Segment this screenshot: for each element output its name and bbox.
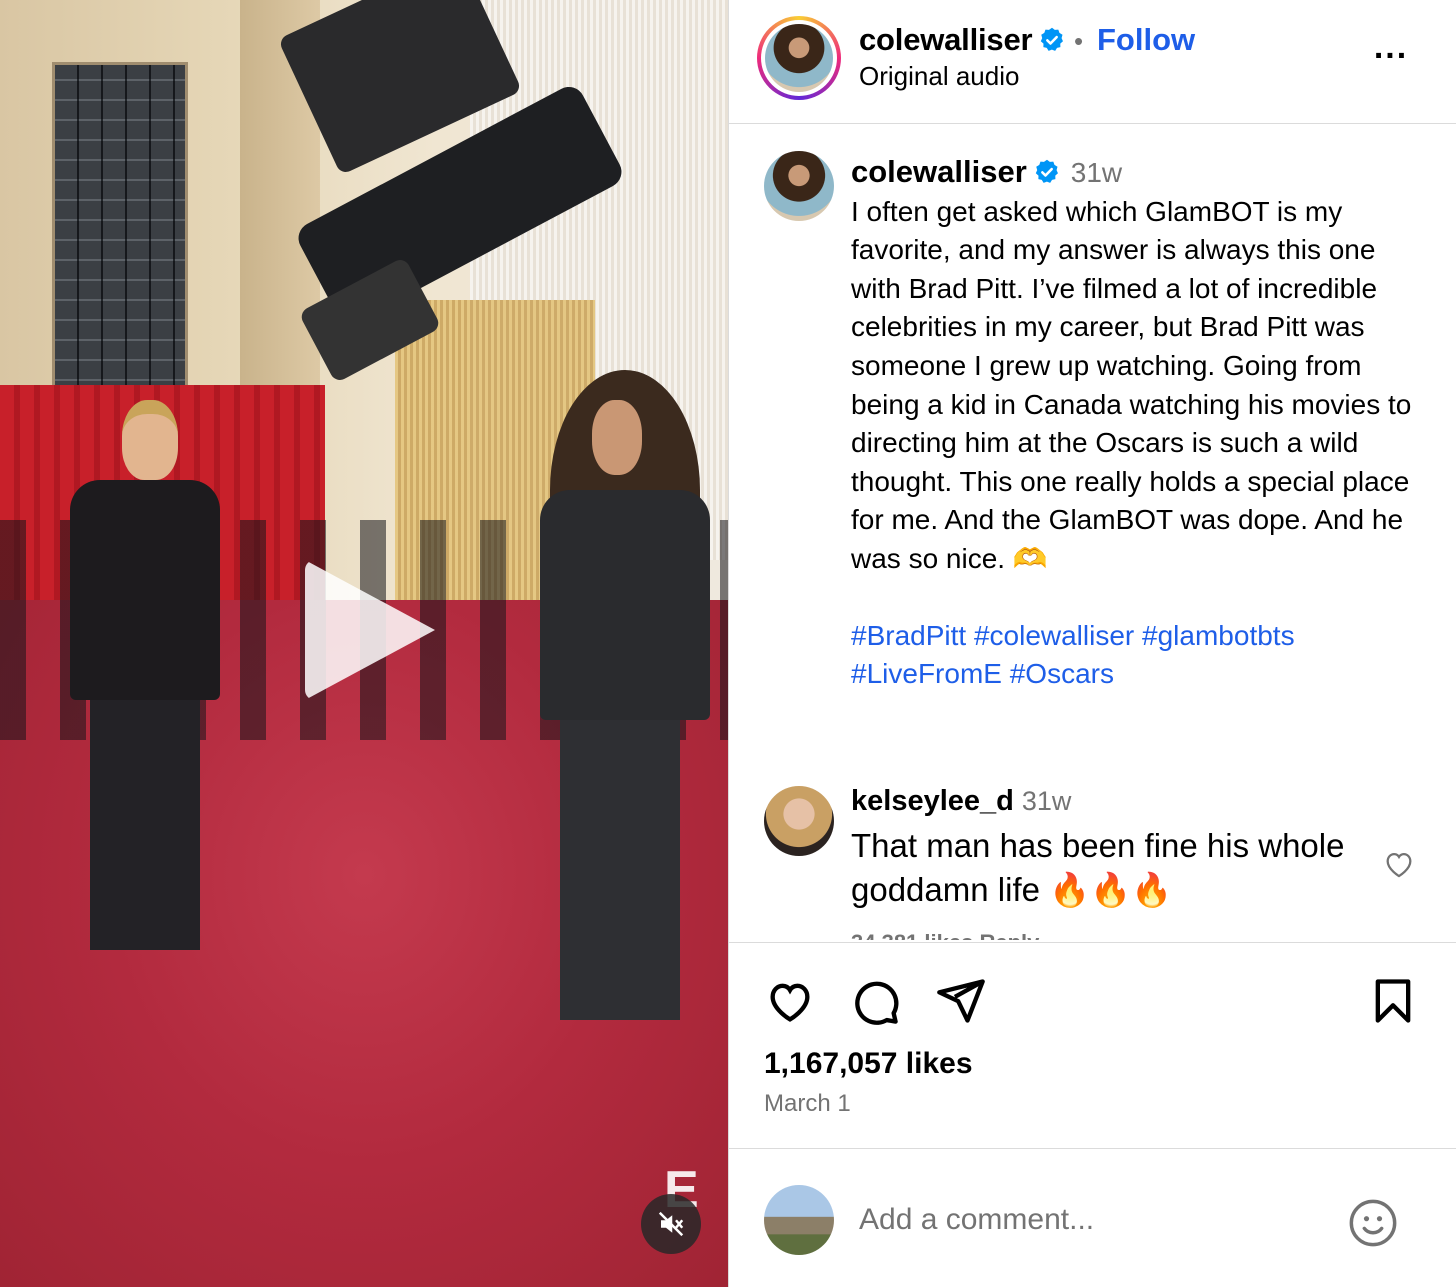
caption-username[interactable]: colewalliser	[851, 154, 1027, 189]
commenter-username[interactable]: kelseylee_d	[851, 785, 1014, 817]
post-header: colewalliser • Follow Original audio ...	[729, 0, 1456, 124]
author-avatar[interactable]	[757, 16, 841, 100]
comment-item: kelseylee_d 31w That man has been fine hi…	[729, 780, 1456, 940]
caption: colewalliser 31w I often get asked which…	[851, 153, 1431, 694]
play-icon[interactable]	[305, 560, 435, 700]
person-with-long-hair	[530, 370, 720, 1040]
audio-label[interactable]: Original audio	[859, 61, 1019, 92]
caption-text: I often get asked which GlamBOT is my fa…	[851, 195, 1420, 574]
post-date[interactable]: March 1	[764, 1090, 851, 1118]
post-side-panel: colewalliser • Follow Original audio ...…	[728, 0, 1456, 1287]
more-options-button[interactable]: ...	[1361, 30, 1421, 72]
reel-video[interactable]: E	[0, 0, 728, 1287]
comment-text: That man has been fine his whole goddamn…	[851, 827, 1345, 908]
header-separator: •	[1074, 26, 1084, 56]
likes-count[interactable]: 1,167,057 likes	[764, 1047, 973, 1081]
comment-like-heart-icon[interactable]	[1381, 847, 1417, 881]
hashtag-link[interactable]: #Oscars	[1010, 658, 1114, 689]
comments-scroll-area[interactable]: colewalliser 31w I often get asked which…	[729, 125, 1456, 940]
building-window	[52, 62, 188, 402]
comment-input[interactable]	[859, 1197, 1329, 1243]
hashtag-link[interactable]: #glambotbts	[1142, 620, 1295, 651]
author-username-text[interactable]: colewalliser	[859, 22, 1033, 57]
hashtag-list: #BradPitt #colewalliser #glambotbts #Liv…	[851, 617, 1431, 694]
hashtag-link[interactable]: #colewalliser	[974, 620, 1134, 651]
commenter-username-row: kelseylee_d 31w	[851, 785, 1071, 818]
current-user-avatar	[764, 1185, 834, 1255]
comment-bubble-icon[interactable]	[849, 975, 901, 1027]
speaker-muted-icon	[658, 1211, 684, 1237]
mute-button[interactable]	[641, 1194, 701, 1254]
save-bookmark-icon[interactable]	[1367, 975, 1419, 1027]
share-paper-plane-icon[interactable]	[935, 975, 987, 1027]
caption-author-avatar[interactable]	[764, 151, 834, 221]
emoji-icon[interactable]	[1347, 1197, 1399, 1249]
commenter-avatar[interactable]	[764, 786, 834, 856]
add-comment-bar	[729, 1148, 1456, 1287]
comment-meta[interactable]: 34,381 likes Reply	[851, 930, 1039, 940]
caption-time[interactable]: 31w	[1071, 157, 1122, 188]
verified-badge-icon	[1041, 27, 1064, 51]
hashtag-link[interactable]: #LiveFromE	[851, 658, 1002, 689]
post-actions: 1,167,057 likes March 1	[729, 942, 1456, 1287]
verified-badge-icon	[1035, 159, 1058, 183]
like-heart-icon[interactable]	[764, 975, 816, 1027]
comment-time[interactable]: 31w	[1022, 786, 1072, 816]
author-username[interactable]: colewalliser	[859, 22, 1066, 58]
hashtag-link[interactable]: #BradPitt	[851, 620, 966, 651]
follow-button[interactable]: Follow	[1097, 22, 1195, 58]
person-in-velvet-tux	[70, 400, 220, 960]
